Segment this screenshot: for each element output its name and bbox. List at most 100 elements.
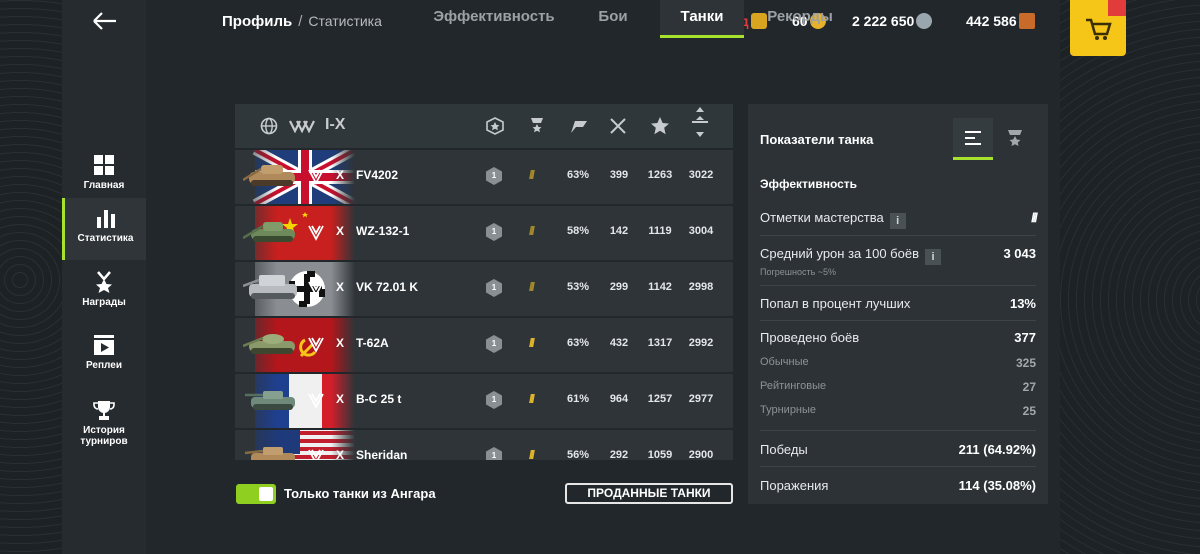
table-row[interactable]: X B-C 25 t 1 /// 61% 964 1257 2977 xyxy=(235,374,733,428)
sidebar-item-label: Главная xyxy=(83,180,125,191)
tank-image-icon xyxy=(243,222,295,242)
tank-tier: X xyxy=(336,336,345,350)
winrate-value: 63% xyxy=(566,337,590,349)
mastery-badge: 1 xyxy=(486,223,502,241)
tab-stats-awards[interactable] xyxy=(995,118,1035,160)
rating-label: Рейтинговые xyxy=(760,380,827,392)
tank-tier: X xyxy=(336,392,345,406)
mastery-badge: 1 xyxy=(486,335,502,353)
marks-column-icon[interactable] xyxy=(529,117,545,135)
breadcrumb: Профиль / Статистика xyxy=(222,13,382,30)
avg-damage-note: Погрешность ~5% xyxy=(760,267,837,277)
free-xp-value: 442 586 xyxy=(966,13,1017,29)
losses-value: 114 (35.08%) xyxy=(958,478,1036,493)
sidebar-item-statistics[interactable]: Статистика xyxy=(62,198,146,260)
tank-tier: X xyxy=(336,224,345,238)
tank-type-icon xyxy=(308,225,324,241)
regular-value: 325 xyxy=(1015,356,1036,370)
hangar-only-label[interactable]: Только танки из Ангара xyxy=(284,486,436,501)
losses-row: Поражения 114 (35.08%) xyxy=(760,478,1036,493)
tab-battles[interactable]: Бои xyxy=(588,0,638,38)
kills-value: 1263 xyxy=(647,169,673,181)
battles-value: 292 xyxy=(609,449,629,460)
battles-label: Проведено боёв xyxy=(760,330,860,345)
tank-name: Sheridan xyxy=(356,448,408,460)
sidebar-item-awards[interactable]: Награды xyxy=(62,262,146,324)
table-header: I-X xyxy=(235,104,733,148)
divider xyxy=(760,466,1036,467)
avg-damage-label: Средний урон за 100 боёв xyxy=(760,246,919,261)
gun-marks: /// xyxy=(529,392,535,406)
mastery-marks-row: Отметки мастерства i /// xyxy=(760,210,1038,229)
background-pattern-right xyxy=(1060,0,1200,554)
tab-efficiency[interactable]: Эффективность xyxy=(430,0,558,38)
gun-marks: /// xyxy=(529,448,535,460)
battles-value: 142 xyxy=(609,225,629,237)
tank-type-icon xyxy=(308,337,324,353)
tanks-table: I-X X FV4202 1 /// 63% 399 1263 3022 X W… xyxy=(235,104,733,460)
tab-stats-list[interactable] xyxy=(953,118,993,160)
winrate-value: 53% xyxy=(566,281,590,293)
wins-value: 211 (64.92%) xyxy=(958,442,1036,457)
tank-image-icon xyxy=(245,391,295,410)
divider xyxy=(760,320,1036,321)
tab-records[interactable]: Рекорды xyxy=(758,0,842,38)
tank-tier: X xyxy=(336,168,345,182)
tank-type-filter-icon[interactable] xyxy=(289,119,315,133)
winrate-column-icon[interactable] xyxy=(569,118,589,134)
grid-icon xyxy=(94,155,114,175)
mastery-badge-column-icon[interactable] xyxy=(486,117,504,135)
table-row[interactable]: X Sheridan 1 /// 56% 292 1059 2900 xyxy=(235,430,733,460)
tank-name: WZ-132-1 xyxy=(356,224,410,238)
tank-image-icon xyxy=(244,447,295,460)
gun-marks: /// xyxy=(529,224,535,238)
gift-badge-icon xyxy=(1108,0,1126,16)
credits-counter[interactable]: 2 222 650 xyxy=(852,13,933,29)
wins-row: Победы 211 (64.92%) xyxy=(760,442,1036,457)
info-icon[interactable]: i xyxy=(889,213,906,229)
table-row[interactable]: X T-62A 1 /// 63% 432 1317 2992 xyxy=(235,318,733,372)
trophy-icon xyxy=(93,401,115,420)
section-title: Эффективность xyxy=(760,177,858,191)
sort-damage-icon[interactable] xyxy=(691,106,709,138)
tournament-value: 25 xyxy=(1022,404,1036,418)
tank-tier: X xyxy=(336,280,345,294)
mastery-marks-value: /// xyxy=(1031,210,1038,225)
tank-tier: X xyxy=(336,448,345,460)
damage-value: 3004 xyxy=(688,225,714,237)
gun-marks: /// xyxy=(529,336,535,350)
marks-icon xyxy=(1008,130,1022,146)
top-percent-row: Попал в процент лучших 13% xyxy=(760,296,1036,311)
sold-tanks-button[interactable]: ПРОДАННЫЕ ТАНКИ xyxy=(565,483,733,504)
battles-value: 399 xyxy=(609,169,629,181)
mastery-badge: 1 xyxy=(486,167,502,185)
info-icon[interactable]: i xyxy=(924,249,941,265)
winrate-value: 58% xyxy=(566,225,590,237)
breadcrumb-profile[interactable]: Профиль xyxy=(222,13,292,30)
back-arrow-icon[interactable] xyxy=(90,8,120,34)
star-column-icon[interactable] xyxy=(650,116,670,136)
winrate-value: 63% xyxy=(566,169,590,181)
free-xp-counter[interactable]: 442 586 xyxy=(966,13,1035,29)
table-row[interactable]: X FV4202 1 /// 63% 399 1263 3022 xyxy=(235,150,733,204)
avg-damage-row: Средний урон за 100 боёв i Погрешность ~5… xyxy=(760,246,1036,277)
sidebar-item-tournament-history[interactable]: История турниров xyxy=(62,390,146,460)
globe-icon[interactable] xyxy=(260,117,278,135)
free-xp-icon xyxy=(1018,13,1035,29)
battles-value: 377 xyxy=(1014,330,1036,345)
tank-type-icon xyxy=(308,281,324,297)
hangar-only-toggle[interactable] xyxy=(236,484,276,504)
regular-label: Обычные xyxy=(760,356,809,368)
tank-stats-panel: Показатели танка Эффективность Отметки м… xyxy=(748,104,1048,504)
winrate-value: 56% xyxy=(566,449,590,460)
table-row[interactable]: X VK 72.01 K 1 /// 53% 299 1142 2998 xyxy=(235,262,733,316)
rating-battles-row: Рейтинговые 27 xyxy=(760,380,1036,394)
tank-name: B-C 25 t xyxy=(356,392,402,406)
tab-tanks[interactable]: Танки xyxy=(660,0,744,38)
table-row[interactable]: X WZ-132-1 1 /// 58% 142 1119 3004 xyxy=(235,206,733,260)
bar-chart-icon xyxy=(96,210,115,228)
battles-column-icon[interactable] xyxy=(609,117,627,135)
tier-filter[interactable]: I-X xyxy=(325,116,345,136)
tank-type-icon xyxy=(308,393,324,409)
sidebar-item-replays[interactable]: Реплеи xyxy=(62,325,146,387)
